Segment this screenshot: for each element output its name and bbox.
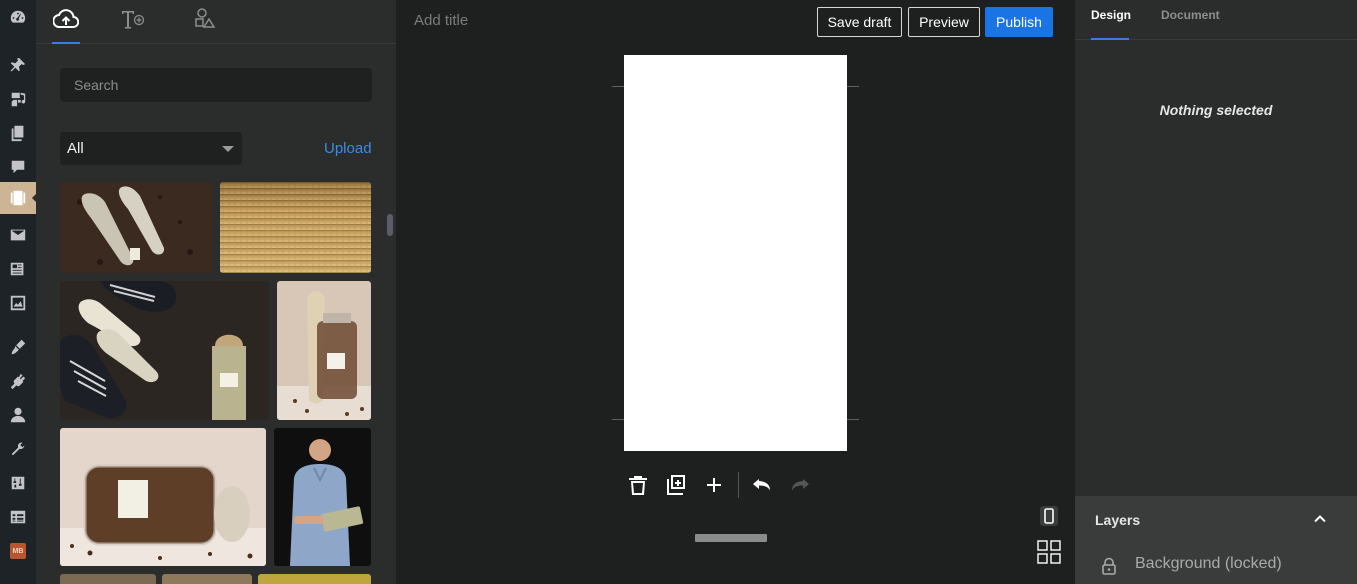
media-thumb-row-next-1[interactable]	[60, 574, 156, 584]
layers-panel: Layers Background (locked)	[1075, 496, 1357, 584]
media-grid	[60, 182, 372, 584]
library-scrollbar[interactable]	[387, 214, 393, 236]
image-gallery-icon[interactable]	[0, 287, 36, 319]
newspaper-icon[interactable]	[0, 253, 36, 285]
upload-link[interactable]: Upload	[324, 140, 372, 157]
media-thumb-row-next-2[interactable]	[162, 574, 252, 584]
library-tabs	[36, 0, 396, 44]
dashboard-icon[interactable]	[0, 2, 36, 34]
duplicate-page-icon[interactable]	[663, 472, 689, 498]
media-type-dropdown[interactable]: All	[60, 132, 242, 165]
grid-view-icon[interactable]	[1037, 540, 1061, 564]
active-tab-indicator	[52, 42, 80, 44]
layer-row-background[interactable]: Background (locked)	[1075, 546, 1357, 582]
plugins-icon[interactable]	[0, 365, 36, 397]
settings-icon[interactable]	[0, 467, 36, 499]
users-icon[interactable]	[0, 399, 36, 431]
admin-sidebar: MB	[0, 0, 37, 584]
publish-button[interactable]: Publish	[985, 7, 1053, 37]
tab-document[interactable]: Document	[1161, 8, 1220, 22]
shoes-and-insoles-thumb[interactable]	[60, 281, 269, 420]
media-thumb-row-next-3[interactable]	[258, 574, 371, 584]
pages-icon[interactable]	[0, 117, 36, 149]
inspector-panel: Design Document Nothing selected Layers …	[1075, 0, 1357, 584]
comments-icon[interactable]	[0, 151, 36, 183]
layers-title[interactable]: Layers	[1095, 512, 1140, 528]
empty-selection-message: Nothing selected	[1159, 102, 1273, 118]
page-carousel-scrollbar[interactable]	[695, 534, 767, 542]
chevron-up-icon[interactable]	[1311, 510, 1329, 528]
text-add-icon[interactable]	[116, 4, 148, 34]
coffee-jar-lying-thumb[interactable]	[60, 428, 266, 566]
phone-preview-icon[interactable]	[1037, 504, 1061, 528]
tab-design[interactable]: Design	[1091, 8, 1131, 22]
layer-label: Background (locked)	[1135, 555, 1282, 572]
mail-icon[interactable]	[0, 219, 36, 251]
active-tab-indicator	[1091, 38, 1129, 40]
undo-icon[interactable]	[749, 472, 775, 498]
man-holding-product-thumb[interactable]	[274, 428, 371, 566]
woven-texture-thumb[interactable]	[220, 182, 371, 273]
delete-page-icon[interactable]	[625, 472, 651, 498]
insoles-on-coffee-thumb[interactable]	[60, 182, 212, 273]
story-editor-app: MB All Upload	[0, 0, 1357, 584]
media-search-input[interactable]	[60, 68, 372, 102]
media-icon[interactable]	[0, 83, 36, 115]
add-page-icon[interactable]	[701, 472, 727, 498]
tools-icon[interactable]	[0, 433, 36, 465]
story-title-input[interactable]: Add title	[414, 12, 468, 29]
preview-button[interactable]: Preview	[908, 7, 980, 37]
media-library-panel: All Upload	[36, 0, 396, 584]
appearance-icon[interactable]	[0, 331, 36, 363]
story-page-canvas[interactable]	[624, 55, 847, 451]
table-icon[interactable]	[0, 501, 36, 533]
coffee-jar-standing-thumb[interactable]	[277, 281, 371, 420]
upload-media-icon[interactable]	[50, 4, 82, 34]
media-type-value: All	[67, 140, 84, 157]
toolbar-divider	[738, 472, 739, 498]
mb-plugin-icon[interactable]: MB	[0, 535, 36, 567]
save-draft-button[interactable]: Save draft	[817, 7, 902, 37]
chevron-down-icon	[222, 146, 234, 152]
stories-icon[interactable]	[0, 182, 37, 214]
pin-icon[interactable]	[0, 49, 36, 81]
canvas-workspace: Add title Save draft Preview Publish	[396, 0, 1075, 584]
redo-icon[interactable]	[787, 472, 813, 498]
shapes-icon[interactable]	[188, 4, 220, 34]
lock-icon	[1102, 557, 1116, 575]
